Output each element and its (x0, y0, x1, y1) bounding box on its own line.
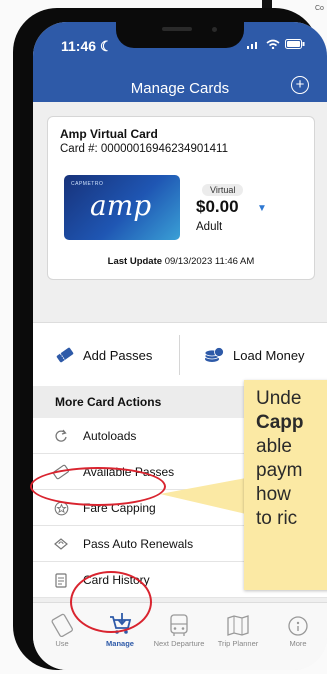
moon-icon: ☾ (99, 38, 113, 54)
fare-type: Adult (196, 221, 223, 233)
amp-logo: amp (90, 189, 152, 222)
last-update: Last Update 09/13/2023 11:46 AM (107, 256, 255, 267)
card-balance[interactable]: $0.00 (196, 197, 239, 217)
callout-text: Unde Capp able paym how to ric (256, 387, 304, 531)
phone-notch (116, 22, 244, 48)
signal-icon (246, 42, 257, 49)
tab-trip-planner[interactable]: Trip Planner (209, 611, 267, 648)
document-icon (53, 572, 69, 588)
map-icon (209, 611, 267, 637)
status-icons (246, 39, 305, 52)
callout-line: Unde (256, 388, 302, 409)
manage-tab-highlight (70, 571, 152, 633)
refresh-icon (53, 428, 69, 444)
tab-label: Use (55, 639, 69, 648)
callout-line: able (256, 436, 292, 457)
tab-next-departure[interactable]: Next Departure (150, 611, 208, 648)
list-item-label: Pass Auto Renewals (83, 536, 194, 551)
fare-capping-highlight (30, 467, 166, 506)
card-image: CAPMETRO amp (64, 175, 180, 240)
more-icon (269, 611, 327, 637)
card-summary: Amp Virtual Card Card #: 000000169462349… (47, 116, 315, 280)
background-text-fragment: Co (315, 5, 324, 12)
virtual-badge: Virtual (202, 184, 244, 196)
tab-more[interactable]: More (269, 611, 327, 648)
ticket-icon (55, 347, 75, 363)
renew-ticket-icon (53, 536, 69, 552)
actions-divider (179, 335, 180, 375)
load-money-label: Load Money (233, 347, 305, 363)
add-passes-button[interactable]: Add Passes (55, 323, 152, 387)
load-money-button[interactable]: Load Money (203, 323, 305, 387)
tab-label: Next Departure (153, 639, 205, 648)
tab-label: Trip Planner (217, 639, 259, 648)
callout-line: how (256, 484, 291, 505)
page-title: Manage Cards (130, 80, 230, 97)
card-name: Amp Virtual Card (60, 127, 158, 141)
card-brand-text: CAPMETRO (71, 181, 104, 187)
add-card-button[interactable]: + (291, 76, 309, 94)
battery-icon (285, 39, 305, 49)
coins-icon (203, 346, 225, 364)
wifi-icon (266, 39, 280, 50)
callout-line: Capp (256, 412, 304, 433)
bus-icon (150, 611, 208, 637)
tab-label: More (289, 639, 307, 648)
list-item-label: Autoloads (83, 428, 137, 443)
callout-line: paym (256, 460, 303, 481)
card-number: Card #: 00000016946234901411 (60, 143, 228, 155)
tab-label: Manage (106, 639, 134, 648)
card-actions: Add Passes Load Money (33, 322, 327, 388)
add-passes-label: Add Passes (83, 347, 153, 363)
status-time: 11:46 ☾ (61, 38, 113, 54)
callout-line: to ric (256, 508, 298, 529)
callout-pointer (160, 478, 246, 514)
balance-caret-icon[interactable]: ▼ (257, 203, 267, 214)
